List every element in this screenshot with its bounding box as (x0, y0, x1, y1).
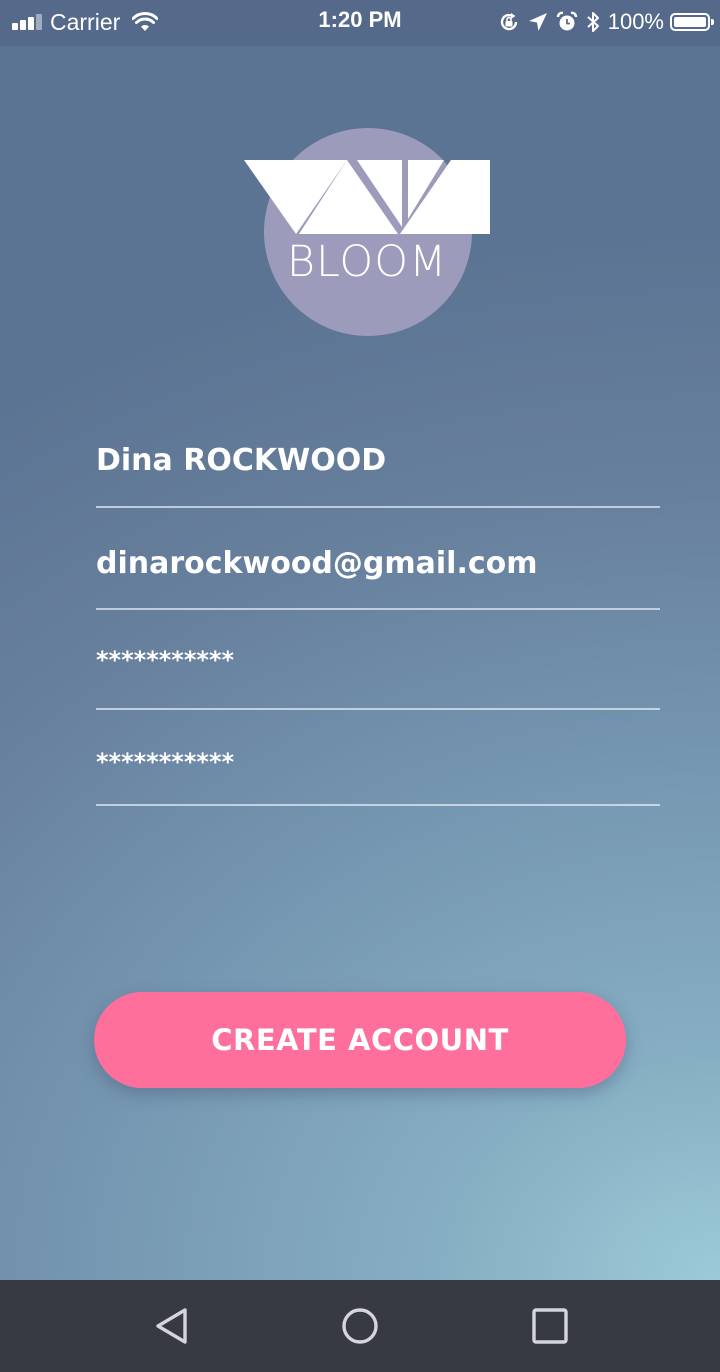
home-icon[interactable] (340, 1306, 380, 1346)
location-icon (528, 13, 547, 31)
password-field[interactable]: *********** (96, 630, 660, 710)
logo-text: BLOOM (286, 237, 448, 287)
battery-icon (670, 13, 714, 31)
email-field[interactable]: dinarockwood@gmail.com (96, 528, 660, 610)
email-value: dinarockwood@gmail.com (96, 546, 538, 581)
orientation-lock-icon (500, 13, 517, 31)
confirm-password-value: *********** (96, 748, 235, 776)
full-name-field[interactable]: Dina ROCKWOOD (96, 420, 660, 508)
full-name-value: Dina ROCKWOOD (96, 443, 387, 478)
recent-apps-icon[interactable] (530, 1306, 570, 1346)
create-account-button[interactable]: CREATE ACCOUNT (94, 992, 626, 1088)
confirm-password-field[interactable]: *********** (96, 734, 660, 806)
navigation-bar (0, 1280, 720, 1372)
battery-percent: 100% (607, 9, 664, 34)
password-value: *********** (96, 646, 235, 674)
logo-mark (244, 128, 490, 336)
status-right: 100% (490, 8, 714, 36)
bluetooth-icon (587, 12, 599, 32)
alarm-icon (556, 11, 577, 31)
bloom-logo: BLOOM (244, 127, 490, 337)
signup-screen: Carrier 1:20 PM 100% BLOOM Dina ROCKWOOD… (0, 0, 720, 1372)
back-icon[interactable] (152, 1306, 192, 1346)
status-bar: Carrier 1:20 PM 100% (0, 0, 720, 46)
